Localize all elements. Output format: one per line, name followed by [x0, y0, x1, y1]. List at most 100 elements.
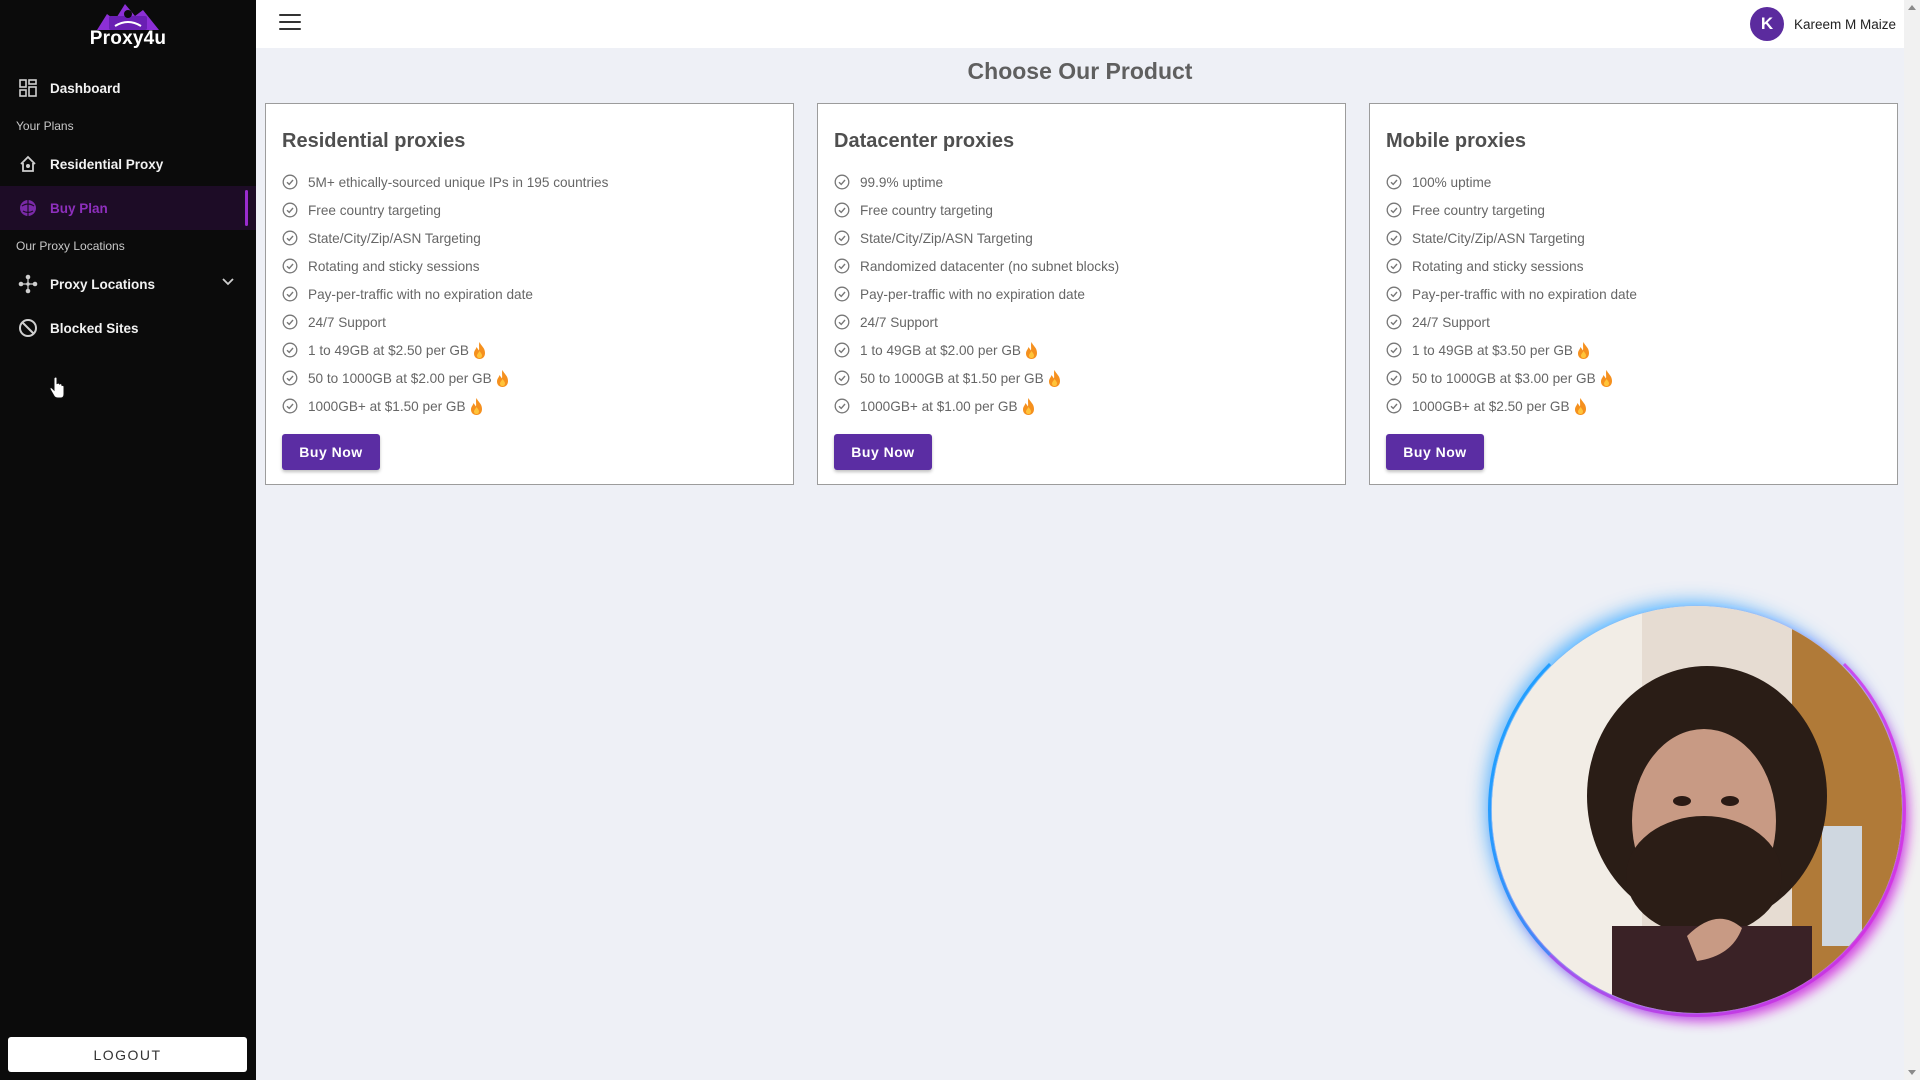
sidebar-item-blocked-sites[interactable]: Blocked Sites: [0, 306, 256, 350]
sidebar: Proxy4u Dashboard Your Plans Residential…: [0, 0, 256, 1080]
check-circle-icon: [282, 314, 298, 330]
feature-text: Free country targeting: [308, 202, 441, 218]
feature-text: Rotating and sticky sessions: [1412, 258, 1584, 274]
fire-icon: [495, 369, 510, 388]
product-card-datacenter: Datacenter proxies 99.9% uptime Free coun…: [817, 103, 1346, 485]
check-circle-icon: [1386, 398, 1402, 414]
sidebar-item-dashboard[interactable]: Dashboard: [0, 66, 256, 110]
check-circle-icon: [282, 230, 298, 246]
check-circle-icon: [1386, 286, 1402, 302]
feature-text: Pay-per-traffic with no expiration date: [1412, 286, 1637, 302]
avatar: K: [1749, 7, 1784, 41]
feature-text: 50 to 1000GB at $2.00 per GB: [308, 370, 492, 386]
feature-text: 1 to 49GB at $2.50 per GB: [308, 342, 469, 358]
feature-item: Pay-per-traffic with no expiration date: [834, 280, 1345, 308]
fire-icon: [1573, 397, 1588, 416]
feature-text: 24/7 Support: [860, 314, 938, 330]
check-circle-icon: [1386, 202, 1402, 218]
feature-item: 1000GB+ at $2.50 per GB: [1386, 392, 1897, 420]
feature-text: State/City/Zip/ASN Targeting: [860, 230, 1033, 246]
check-circle-icon: [282, 258, 298, 274]
buy-now-button[interactable]: Buy Now: [282, 434, 380, 470]
feature-text: 1000GB+ at $2.50 per GB: [1412, 398, 1570, 414]
feature-text: Pay-per-traffic with no expiration date: [860, 286, 1085, 302]
feature-text: State/City/Zip/ASN Targeting: [1412, 230, 1585, 246]
scrollbar[interactable]: [1904, 0, 1920, 1080]
sidebar-item-label: Proxy Locations: [50, 276, 156, 292]
fire-icon: [1576, 341, 1591, 360]
logout-button[interactable]: LOGOUT: [8, 1037, 247, 1072]
feature-text: Free country targeting: [860, 202, 993, 218]
check-circle-icon: [282, 370, 298, 386]
sidebar-item-buy-plan[interactable]: Buy Plan: [0, 186, 256, 230]
section-your-plans: Your Plans: [16, 119, 74, 133]
scroll-down-arrow-icon[interactable]: [1908, 1070, 1916, 1075]
sidebar-item-proxy-locations[interactable]: Proxy Locations: [0, 262, 256, 306]
check-circle-icon: [1386, 314, 1402, 330]
check-circle-icon: [1386, 258, 1402, 274]
feature-text: Free country targeting: [1412, 202, 1545, 218]
fire-icon: [472, 341, 487, 360]
feature-item: State/City/Zip/ASN Targeting: [834, 224, 1345, 252]
check-circle-icon: [282, 286, 298, 302]
check-circle-icon: [834, 230, 850, 246]
fire-icon: [469, 397, 484, 416]
feature-text: Rotating and sticky sessions: [308, 258, 480, 274]
product-card-mobile: Mobile proxies 100% uptime Free country t…: [1369, 103, 1898, 485]
feature-item: Pay-per-traffic with no expiration date: [1386, 280, 1897, 308]
dashboard-icon: [18, 78, 38, 98]
mouse-pointer-icon: [49, 376, 65, 399]
logo-text: Proxy4u: [89, 28, 167, 49]
home-icon: [18, 154, 38, 174]
sidebar-item-label: Buy Plan: [50, 200, 108, 216]
feature-item: Rotating and sticky sessions: [282, 252, 793, 280]
sidebar-item-residential-proxy[interactable]: Residential Proxy: [0, 142, 256, 186]
check-circle-icon: [834, 258, 850, 274]
hamburger-icon[interactable]: [279, 14, 301, 32]
check-circle-icon: [1386, 230, 1402, 246]
scroll-up-arrow-icon[interactable]: [1908, 5, 1916, 10]
product-card-residential: Residential proxies 5M+ ethically-source…: [265, 103, 794, 485]
check-circle-icon: [834, 314, 850, 330]
buy-now-button[interactable]: Buy Now: [834, 434, 932, 470]
feature-text: 24/7 Support: [1412, 314, 1490, 330]
user-menu[interactable]: K Kareem M Maize: [1749, 7, 1896, 41]
feature-item: Free country targeting: [1386, 196, 1897, 224]
topbar: K Kareem M Maize: [256, 0, 1904, 48]
feature-text: 50 to 1000GB at $1.50 per GB: [860, 370, 1044, 386]
check-circle-icon: [834, 398, 850, 414]
check-circle-icon: [1386, 342, 1402, 358]
feature-item: 50 to 1000GB at $3.00 per GB: [1386, 364, 1897, 392]
chevron-down-icon[interactable]: [222, 274, 234, 289]
feature-item: State/City/Zip/ASN Targeting: [1386, 224, 1897, 252]
feature-item: Pay-per-traffic with no expiration date: [282, 280, 793, 308]
feature-item: 1 to 49GB at $2.50 per GB: [282, 336, 793, 364]
logo[interactable]: Proxy4u: [0, 0, 256, 66]
feature-text: State/City/Zip/ASN Targeting: [308, 230, 481, 246]
feature-item: 50 to 1000GB at $1.50 per GB: [834, 364, 1345, 392]
fire-icon: [1024, 341, 1039, 360]
feature-item: 1000GB+ at $1.00 per GB: [834, 392, 1345, 420]
check-circle-icon: [1386, 370, 1402, 386]
sidebar-item-label: Residential Proxy: [50, 156, 164, 172]
check-circle-icon: [282, 174, 298, 190]
feature-item: 5M+ ethically-sourced unique IPs in 195 …: [282, 168, 793, 196]
buy-now-button[interactable]: Buy Now: [1386, 434, 1484, 470]
check-circle-icon: [282, 342, 298, 358]
fire-icon: [1021, 397, 1036, 416]
feature-text: 1000GB+ at $1.00 per GB: [860, 398, 1018, 414]
feature-text: 1 to 49GB at $3.50 per GB: [1412, 342, 1573, 358]
feature-item: Randomized datacenter (no subnet blocks): [834, 252, 1345, 280]
check-circle-icon: [834, 202, 850, 218]
globe-cart-icon: [18, 198, 38, 218]
feature-text: 100% uptime: [1412, 174, 1492, 190]
feature-item: 50 to 1000GB at $2.00 per GB: [282, 364, 793, 392]
feature-item: 99.9% uptime: [834, 168, 1345, 196]
card-title: Mobile proxies: [1386, 130, 1527, 152]
feature-item: 100% uptime: [1386, 168, 1897, 196]
page-title: Choose Our Product: [967, 58, 1193, 84]
feature-text: 1000GB+ at $1.50 per GB: [308, 398, 466, 414]
check-circle-icon: [282, 398, 298, 414]
network-icon: [18, 274, 38, 294]
block-icon: [18, 318, 38, 338]
